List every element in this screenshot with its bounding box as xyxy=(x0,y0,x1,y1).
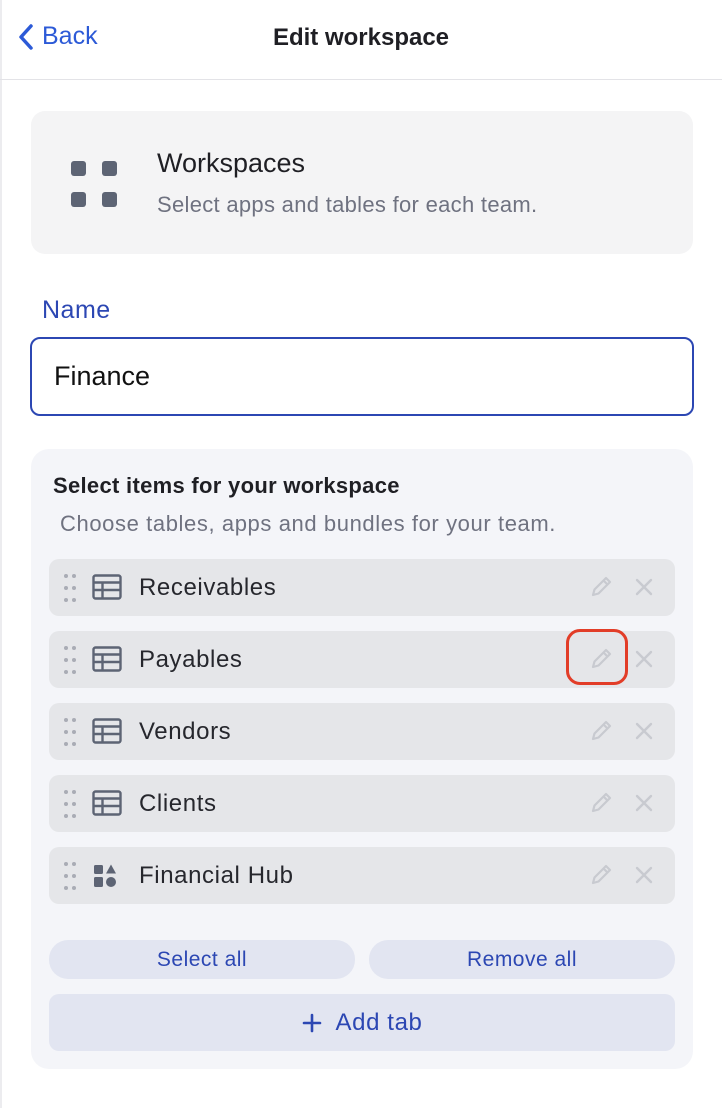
page-title: Edit workspace xyxy=(272,24,450,51)
pencil-icon xyxy=(591,720,612,741)
item-label: Vendors xyxy=(139,718,232,745)
name-input[interactable] xyxy=(30,337,694,416)
table-icon xyxy=(92,718,122,749)
list-item[interactable]: Vendors xyxy=(49,703,675,760)
name-label: Name xyxy=(42,296,111,324)
drag-handle-icon[interactable] xyxy=(64,790,78,818)
drag-handle-icon[interactable] xyxy=(64,718,78,746)
item-label: Receivables xyxy=(139,574,277,601)
plus-icon xyxy=(302,1013,321,1032)
item-label: Clients xyxy=(139,790,217,817)
close-icon xyxy=(635,722,653,740)
item-label: Payables xyxy=(139,646,243,673)
drag-handle-icon[interactable] xyxy=(64,646,78,674)
table-icon xyxy=(92,646,122,677)
remove-item-button[interactable] xyxy=(629,788,659,818)
window-edge xyxy=(0,0,2,1108)
add-tab-label: Add tab xyxy=(335,1008,423,1036)
edit-item-button[interactable] xyxy=(586,644,616,674)
drag-handle-icon[interactable] xyxy=(64,862,78,890)
selection-panel: Select items for your workspace Choose t… xyxy=(31,449,693,1069)
header: Back Edit workspace xyxy=(0,0,722,80)
intro-title: Workspaces xyxy=(157,148,306,178)
close-icon xyxy=(635,650,653,668)
pencil-icon xyxy=(591,576,612,597)
edit-item-button[interactable] xyxy=(586,572,616,602)
list-item[interactable]: Financial Hub xyxy=(49,847,675,904)
list-item[interactable]: Receivables xyxy=(49,559,675,616)
item-label: Financial Hub xyxy=(139,862,294,889)
remove-all-button[interactable]: Remove all xyxy=(369,940,675,979)
grid-icon xyxy=(71,161,117,207)
edit-item-button[interactable] xyxy=(586,716,616,746)
close-icon xyxy=(635,794,653,812)
intro-card: Workspaces Select apps and tables for ea… xyxy=(31,111,693,254)
close-icon xyxy=(635,578,653,596)
pencil-icon xyxy=(591,864,612,885)
item-list: Receivables Payables Vendors Clients Financi… xyxy=(49,559,675,919)
table-icon xyxy=(92,790,122,821)
select-all-button[interactable]: Select all xyxy=(49,940,355,979)
list-item[interactable]: Clients xyxy=(49,775,675,832)
edit-item-button[interactable] xyxy=(586,788,616,818)
pencil-icon xyxy=(591,792,612,813)
intro-subtitle: Select apps and tables for each team. xyxy=(157,192,538,217)
remove-item-button[interactable] xyxy=(629,644,659,674)
panel-subtitle: Choose tables, apps and bundles for your… xyxy=(60,511,557,536)
panel-title: Select items for your workspace xyxy=(53,473,400,498)
list-item[interactable]: Payables xyxy=(49,629,675,688)
remove-item-button[interactable] xyxy=(629,716,659,746)
drag-handle-icon[interactable] xyxy=(64,574,78,602)
add-tab-button[interactable]: Add tab xyxy=(49,994,675,1051)
pencil-icon xyxy=(591,648,612,669)
close-icon xyxy=(635,866,653,884)
edit-item-button[interactable] xyxy=(586,860,616,890)
table-icon xyxy=(92,574,122,605)
app-icon xyxy=(92,863,118,894)
remove-item-button[interactable] xyxy=(629,572,659,602)
remove-item-button[interactable] xyxy=(629,860,659,890)
